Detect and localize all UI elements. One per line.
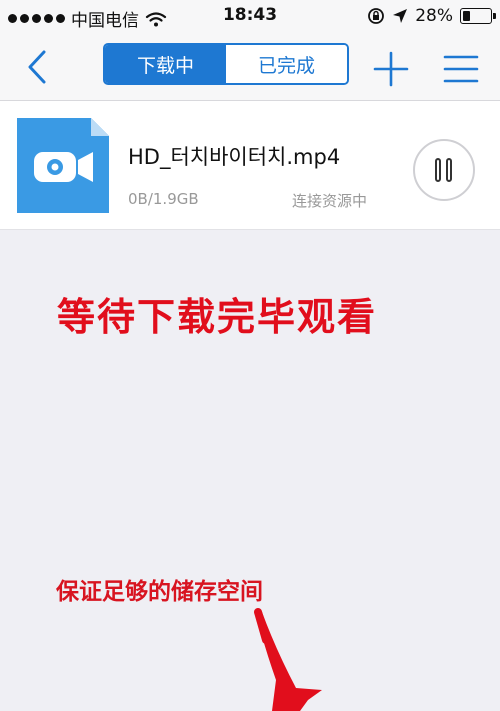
red-arrow-icon bbox=[254, 608, 322, 711]
